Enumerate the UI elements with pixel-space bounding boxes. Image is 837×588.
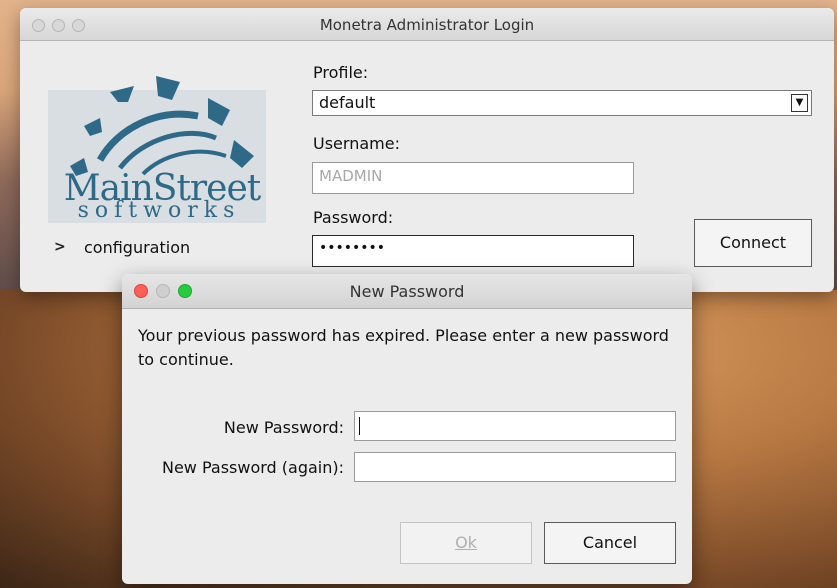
connect-button[interactable]: Connect (694, 219, 812, 267)
password-mask: •••••••• (319, 240, 386, 256)
text-caret (359, 417, 360, 435)
password-label: Password: (313, 208, 394, 227)
mainstreet-logo: MainStreet softworks (48, 68, 266, 223)
login-titlebar[interactable]: Monetra Administrator Login (20, 8, 834, 41)
ok-label: Ok (455, 533, 477, 552)
new-password-label: New Password: (223, 418, 344, 437)
configuration-link[interactable]: configuration (84, 238, 190, 257)
login-window: Monetra Administrator Login MainStreet s… (20, 8, 834, 292)
profile-value: default (319, 93, 376, 112)
cancel-label: Cancel (582, 533, 638, 552)
username-placeholder: MADMIN (319, 167, 383, 185)
password-field[interactable]: •••••••• (312, 235, 634, 267)
new-password-again-field[interactable] (354, 452, 676, 482)
logo-subtitle: softworks (77, 198, 241, 223)
chevron-right-icon[interactable]: > (54, 239, 66, 255)
new-password-again-label: New Password (again): (161, 458, 344, 477)
profile-label: Profile: (313, 63, 369, 82)
ok-button[interactable]: Ok (400, 522, 532, 564)
username-field[interactable]: MADMIN (312, 162, 634, 194)
dialog-titlebar[interactable]: New Password (122, 274, 692, 309)
new-password-field[interactable] (354, 411, 676, 441)
expiry-message: Your previous password has expired. Plea… (138, 326, 669, 369)
logo-waves-icon (70, 76, 254, 176)
profile-select[interactable]: default ▼ (312, 90, 812, 116)
cancel-button[interactable]: Cancel (544, 522, 676, 564)
dropdown-arrow-icon[interactable]: ▼ (791, 94, 808, 112)
window-title: Monetra Administrator Login (319, 16, 535, 34)
connect-label: Connect (719, 233, 787, 252)
dialog-title: New Password (349, 282, 465, 301)
new-password-dialog: New Password Your previous password has … (122, 274, 692, 584)
username-label: Username: (313, 134, 400, 153)
